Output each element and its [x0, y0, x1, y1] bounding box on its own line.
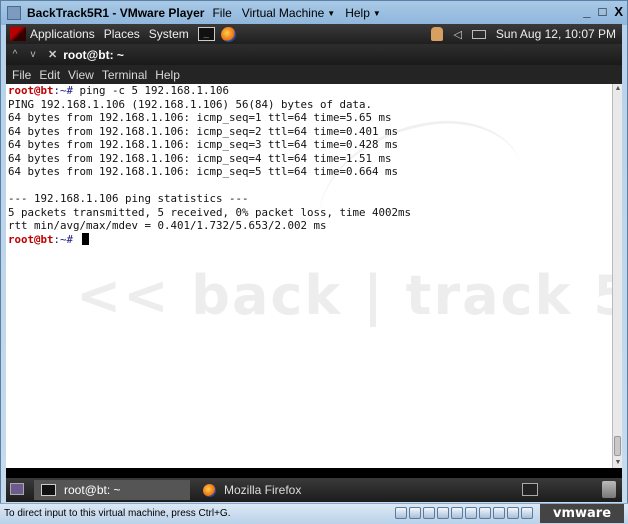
minimize-button[interactable]: _: [583, 4, 590, 19]
usb-icon[interactable]: [451, 507, 463, 519]
prompt-user: root@bt: [8, 232, 54, 246]
panel-tray: ◁ Sun Aug 12, 10:07 PM: [431, 24, 616, 44]
window-title: BackTrack5R1 - VMware Player: [27, 6, 205, 20]
output-line: 64 bytes from 192.168.1.106: icmp_seq=4 …: [8, 151, 392, 165]
taskbar-firefox-label: Mozilla Firefox: [224, 483, 302, 497]
gnome-top-panel: Applications Places System _ ◁ Sun Aug 1…: [6, 24, 622, 44]
terminal-menu-view[interactable]: View: [68, 68, 94, 82]
output-line: 64 bytes from 192.168.1.106: icmp_seq=2 …: [8, 124, 399, 138]
menu-help-label: Help: [345, 6, 370, 20]
output-line: PING 192.168.1.106 (192.168.1.106) 56(84…: [8, 97, 373, 111]
volume-icon[interactable]: ◁: [453, 28, 461, 41]
floppy-icon[interactable]: [423, 507, 435, 519]
prompt-path: :~#: [53, 232, 80, 246]
system-menu[interactable]: System: [149, 27, 189, 41]
trash-icon[interactable]: [602, 481, 616, 498]
terminal-text: root@bt:~# ping -c 5 192.168.1.106 PING …: [8, 84, 411, 246]
shared-folder-icon[interactable]: [521, 507, 533, 519]
scrollbar-thumb[interactable]: [614, 436, 621, 456]
scroll-down-arrow-icon[interactable]: ▼: [613, 458, 622, 468]
terminal-tab-title: root@bt: ~: [63, 47, 124, 62]
command-line: ping -c 5 192.168.1.106: [79, 84, 230, 97]
taskbar-firefox[interactable]: Mozilla Firefox: [196, 480, 366, 500]
display-icon[interactable]: [507, 507, 519, 519]
prompt-user: root@bt: [8, 84, 54, 97]
vmware-app-icon: [7, 6, 21, 20]
menu-virtual-machine[interactable]: Virtual Machine ▼: [242, 6, 335, 20]
places-menu[interactable]: Places: [104, 27, 140, 41]
backtrack-watermark: << back | track 5: [76, 264, 612, 327]
terminal-tab[interactable]: ✕ root@bt: ~: [48, 48, 124, 62]
workspace-switcher-icon[interactable]: [522, 483, 538, 496]
menu-virtual-machine-label: Virtual Machine: [241, 6, 325, 20]
vmware-statusbar: To direct input to this virtual machine,…: [0, 503, 628, 524]
taskbar-terminal-label: root@bt: ~: [64, 483, 121, 497]
applications-menu[interactable]: Applications: [30, 27, 95, 41]
output-line: 64 bytes from 192.168.1.106: icmp_seq=3 …: [8, 138, 399, 151]
chevron-down-icon[interactable]: v: [24, 49, 42, 60]
menu-help[interactable]: Help ▼: [345, 6, 381, 20]
terminal-output-area[interactable]: << back | track 5 root@bt:~# ping -c 5 1…: [6, 84, 612, 468]
close-icon[interactable]: ✕: [48, 48, 57, 61]
clock[interactable]: Sun Aug 12, 10:07 PM: [496, 27, 616, 41]
show-desktop-icon[interactable]: [10, 483, 24, 495]
chevron-up-icon[interactable]: ^: [6, 49, 24, 60]
output-line: 64 bytes from 192.168.1.106: icmp_seq=1 …: [8, 111, 392, 124]
chevron-down-icon: ▼: [327, 8, 336, 18]
mail-icon[interactable]: [471, 29, 486, 39]
firefox-icon: [203, 483, 216, 497]
prompt-path: :~#: [53, 84, 80, 97]
sound-card-icon[interactable]: [465, 507, 477, 519]
terminal-scrollbar[interactable]: ▲ ▼: [612, 84, 622, 468]
output-line: 5 packets transmitted, 5 received, 0% pa…: [8, 205, 412, 219]
menu-file[interactable]: File: [212, 6, 231, 20]
printer-icon[interactable]: [479, 507, 491, 519]
terminal-icon: [41, 484, 56, 496]
terminal-menu-help[interactable]: Help: [155, 68, 180, 82]
terminal-launcher-icon[interactable]: _: [197, 27, 215, 41]
close-button[interactable]: X: [614, 4, 623, 19]
gnome-bottom-panel: root@bt: ~ Mozilla Firefox: [6, 478, 622, 502]
backtrack-logo-icon[interactable]: [10, 27, 26, 41]
device-icons: [395, 507, 533, 519]
output-line: rtt min/avg/max/mdev = 0.401/1.732/5.653…: [8, 219, 327, 232]
chevron-down-icon: ▼: [372, 8, 381, 18]
vmware-titlebar: BackTrack5R1 - VMware Player File Virtua…: [1, 1, 628, 25]
terminal-menu-edit[interactable]: Edit: [39, 68, 60, 82]
hard-disk-icon[interactable]: [395, 507, 407, 519]
cd-drive-icon[interactable]: [409, 507, 421, 519]
taskbar-terminal[interactable]: root@bt: ~: [34, 480, 190, 500]
vmware-logo: vmware: [540, 504, 624, 523]
scroll-up-arrow-icon[interactable]: ▲: [613, 84, 622, 94]
user-icon[interactable]: [431, 27, 444, 41]
output-line: 64 bytes from 192.168.1.106: icmp_seq=5 …: [8, 165, 399, 178]
menu-file-label: File: [212, 6, 232, 20]
message-icon[interactable]: [493, 507, 505, 519]
terminal-menu-file[interactable]: File: [12, 68, 31, 82]
network-adapter-icon[interactable]: [437, 507, 449, 519]
terminal-menu-terminal[interactable]: Terminal: [102, 68, 147, 82]
window-controls: _ □ X: [583, 4, 623, 19]
terminal-tabbar: ^ v ✕ root@bt: ~: [6, 44, 622, 65]
terminal-menubar: File Edit View Terminal Help: [6, 65, 622, 84]
guest-screen[interactable]: Applications Places System _ ◁ Sun Aug 1…: [6, 24, 622, 502]
input-hint: To direct input to this virtual machine,…: [4, 508, 231, 519]
text-cursor: [81, 232, 89, 245]
output-line: --- 192.168.1.106 ping statistics ---: [8, 192, 249, 205]
maximize-button[interactable]: □: [598, 4, 606, 19]
firefox-launcher-icon[interactable]: [220, 26, 236, 42]
